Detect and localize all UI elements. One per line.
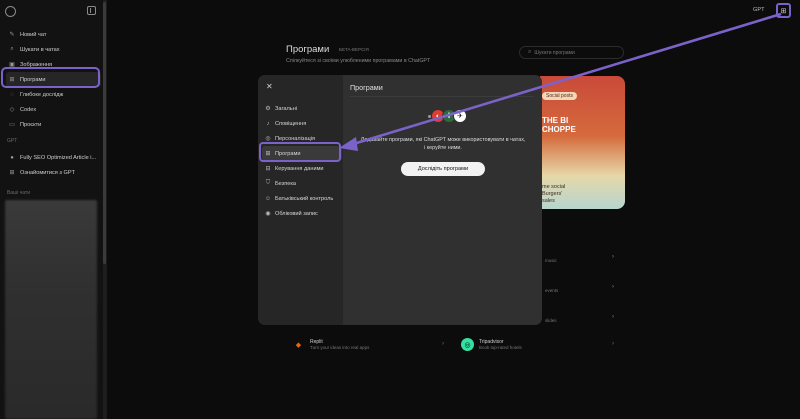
sidebar-apps-highlight [1, 67, 100, 88]
app-logo-white-icon: ✈ [453, 109, 467, 123]
app-row-tripadvisor[interactable]: ◎ Tripadvisor Book top-rated hotels [461, 338, 522, 351]
chevron-right-icon: › [612, 254, 614, 260]
search-icon: ⌕ [528, 49, 532, 55]
bell-icon: ♪ [266, 120, 270, 127]
sidebar-item-search[interactable]: ⌕ Шукати в чатах [6, 42, 101, 57]
card-headline: THE BI CHOPPE [542, 116, 576, 134]
sidebar-scrollbar-thumb[interactable] [103, 2, 106, 264]
folder-icon: ▭ [9, 122, 15, 128]
sidebar: ✎ Новий чат ⌕ Шукати в чатах ▣ Зображення ⊞… [0, 0, 107, 419]
menu-item-account[interactable]: ◉ Обліковий запис [262, 206, 342, 221]
list-item[interactable]: music [545, 258, 557, 263]
gpt-avatar-icon: ● [10, 154, 14, 161]
explore-apps-button[interactable]: Дослідіть програми [401, 162, 485, 176]
list-item[interactable]: slides [545, 318, 557, 323]
page-subtitle: Спілкуйтеся зі своїми улюбленими програм… [286, 58, 431, 64]
close-icon[interactable]: ✕ [266, 82, 273, 91]
chatgpt-logo-icon[interactable] [5, 6, 16, 17]
gpt-item-label: Fully SEO Optimized Article i... [20, 154, 97, 161]
modal-divider [350, 96, 534, 97]
apps-description: Додавайте програми, які ChatGPT може вик… [360, 137, 526, 151]
app-desc: Book top-rated hotels [479, 345, 522, 350]
account-icon: ◉ [265, 211, 271, 217]
list-item[interactable]: events [545, 288, 558, 293]
edit-icon: ✎ [9, 32, 15, 38]
page-title: Програми [286, 44, 330, 55]
gpt-item-seo[interactable]: ● Fully SEO Optimized Article i... [6, 150, 101, 165]
modal-title: Програми [350, 83, 383, 92]
menu-item-general[interactable]: ⚙ Загальні [262, 101, 342, 116]
beta-badge: БЕТА-ВЕРСІЯ [339, 47, 369, 52]
menu-item-data-controls[interactable]: ⊟ Керування даними [262, 161, 342, 176]
family-icon: ☺ [264, 195, 272, 202]
search-placeholder: Шукати програми [534, 49, 575, 56]
menu-item-parental-controls[interactable]: ☺ Батьківський контроль [262, 191, 342, 206]
modal-apps-highlight [259, 142, 341, 162]
chats-section-label: Ваші чати [7, 190, 30, 196]
settings-menu-panel: ✕ ⚙ Загальні ♪ Сповіщення ◎ Персоналізація … [258, 75, 343, 325]
gpt-section-label: GPT [7, 138, 18, 144]
chevron-right-icon: › [442, 341, 444, 347]
sidebar-item-label: Шукати в чатах [20, 46, 60, 53]
sidebar-item-deep-research[interactable]: ◌ Глибоке дослідж [6, 87, 101, 102]
sidebar-item-codex[interactable]: ◇ Codex [6, 102, 101, 117]
chevron-right-icon: › [612, 284, 614, 290]
gpt-label: GPT [753, 7, 765, 13]
gpt-item-label: Ознайомитися з GPT [20, 169, 76, 176]
menu-item-label: Загальні [275, 105, 298, 112]
gpt-list: ● Fully SEO Optimized Article i... ⊞ Ознай… [6, 150, 101, 180]
card-caption: me social Burgers' sales [542, 184, 566, 204]
card-pill: Social posts [542, 92, 577, 100]
menu-item-label: Керування даними [275, 165, 324, 172]
app-desc: Turn your ideas into real apps [310, 345, 370, 350]
gear-icon: ⚙ [265, 106, 271, 112]
tripadvisor-icon: ◎ [461, 338, 474, 351]
menu-item-label: Безпека [275, 180, 297, 187]
menu-item-label: Сповіщення [275, 120, 307, 127]
apps-grid-icon: ⊞ [780, 7, 787, 15]
shield-icon: ⛉ [265, 180, 271, 186]
search-icon: ⌕ [10, 46, 14, 52]
explore-gpts-icon: ⊞ [9, 170, 15, 176]
menu-item-label: Обліковий запис [275, 210, 318, 217]
sidebar-item-new-chat[interactable]: ✎ Новий чат [6, 27, 101, 42]
data-icon: ⊟ [265, 166, 271, 172]
menu-item-label: Батьківський контроль [275, 195, 334, 202]
sidebar-item-label: Новий чат [20, 31, 47, 38]
chevron-right-icon: › [612, 341, 614, 347]
menu-item-label: Персоналізація [275, 135, 316, 142]
app-icons-group: ◐ ǁ ✈ [428, 109, 467, 123]
menu-item-notifications[interactable]: ♪ Сповіщення [262, 116, 342, 131]
chat-history-blurred [5, 200, 97, 419]
featured-app-card[interactable]: Social posts THE BI CHOPPE me social Bur… [540, 76, 625, 209]
app-row-replit[interactable]: ◆ Replit Turn your ideas into real apps [292, 338, 370, 351]
settings-button[interactable]: ⊞ [776, 3, 791, 18]
chevron-right-icon: › [612, 314, 614, 320]
apps-search-input[interactable]: ⌕ Шукати програми [519, 46, 624, 59]
replit-icon: ◆ [295, 341, 302, 349]
sidebar-item-projects[interactable]: ▭ Проєкти [6, 117, 101, 132]
gpt-item-explore[interactable]: ⊞ Ознайомитися з GPT [6, 165, 101, 180]
sidebar-item-label: Codex [20, 106, 37, 113]
sidebar-item-label: Глибоке дослідж [20, 91, 64, 98]
sidebar-item-label: Проєкти [20, 121, 42, 128]
codex-icon: ◇ [9, 107, 15, 113]
sidebar-toggle-icon[interactable] [87, 6, 96, 15]
personalization-icon: ◎ [265, 136, 271, 142]
research-icon: ◌ [10, 91, 14, 98]
settings-modal: ✕ ⚙ Загальні ♪ Сповіщення ◎ Персоналізація … [258, 75, 542, 325]
menu-item-security[interactable]: ⛉ Безпека [262, 176, 342, 191]
